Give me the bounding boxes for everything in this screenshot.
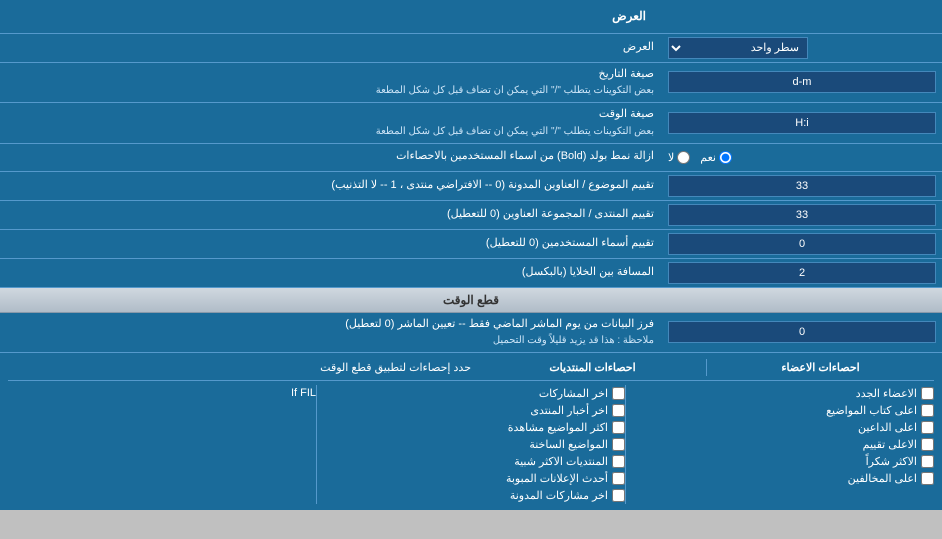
stat-most-warnings-checkbox[interactable] (921, 472, 934, 485)
display-mode-select[interactable]: سطر واحد سطرين ثلاثة أسطر (668, 37, 808, 59)
stat-top-authors: اعلى كتاب المواضيع (626, 402, 934, 419)
cell-spacing-input[interactable] (668, 262, 936, 284)
stat-top-rated-label: الاعلى تقييم (863, 438, 917, 451)
stats-section: احصاءات الاعضاء احصاءات المنتديات حدد إح… (0, 353, 942, 510)
time-cutoff-input-cell (662, 318, 942, 346)
stats-items-container: الاعضاء الجدد اعلى كتاب المواضيع اعلى ال… (8, 385, 934, 504)
stat-most-similar-label: المنتديات الاكثر شبية (514, 455, 608, 468)
stat-most-viewed-checkbox[interactable] (612, 421, 625, 434)
user-sort-row: تقييم أسماء المستخدمين (0 للتعطيل) (0, 230, 942, 259)
cell-spacing-input-cell (662, 259, 942, 287)
stats-members-col: الاعضاء الجدد اعلى كتاب المواضيع اعلى ال… (625, 385, 934, 504)
cell-spacing-label: المسافة بين الخلايا (بالبكسل) (0, 261, 662, 284)
page-title: العرض (8, 4, 654, 29)
time-cutoff-row: فرز البيانات من يوم الماشر الماضي فقط --… (0, 313, 942, 353)
stats-forums-col: اخر المشاركات اخر أخبار المنتدى اكثر الم… (316, 385, 625, 504)
stat-top-rated: الاعلى تقييم (626, 436, 934, 453)
stat-hot-topics: المواضيع الساخنة (317, 436, 625, 453)
main-container: العرض سطر واحد سطرين ثلاثة أسطر العرض صي… (0, 0, 942, 510)
stats-right-col: If FIL (8, 385, 316, 504)
bold-yes-label[interactable]: نعم (700, 151, 732, 164)
stat-most-similar: المنتديات الاكثر شبية (317, 453, 625, 470)
display-mode-row: سطر واحد سطرين ثلاثة أسطر العرض (0, 34, 942, 63)
if-fil-item: If FIL (8, 385, 316, 401)
stat-forum-news-checkbox[interactable] (612, 404, 625, 417)
time-cutoff-label: فرز البيانات من يوم الماشر الماضي فقط --… (0, 313, 662, 352)
bold-yes-radio[interactable] (719, 151, 732, 164)
stat-most-warnings: اعلى المخالفين (626, 470, 934, 487)
topic-sort-row: تقييم الموضوع / العناوين المدونة (0 -- ا… (0, 172, 942, 201)
user-sort-input-cell (662, 230, 942, 258)
stat-top-rated-checkbox[interactable] (921, 438, 934, 451)
time-format-row: صيغة الوقت بعض التكوينات يتطلب "/" التي … (0, 103, 942, 143)
user-sort-input[interactable] (668, 233, 936, 255)
if-fil-text: If FIL (291, 387, 316, 399)
time-cutoff-input[interactable] (668, 321, 936, 343)
stat-latest-classifieds-label: أحدث الإعلانات المبوبة (506, 472, 608, 485)
date-format-row: صيغة التاريخ بعض التكوينات يتطلب "/" الت… (0, 63, 942, 103)
topic-sort-label: تقييم الموضوع / العناوين المدونة (0 -- ا… (0, 174, 662, 197)
display-mode-label: العرض (0, 36, 662, 59)
stat-most-thanks-label: الاكثر شكراً (866, 455, 917, 468)
stat-hot-topics-checkbox[interactable] (612, 438, 625, 451)
bold-remove-row: نعم لا ازالة نمط بولد (Bold) من اسماء ال… (0, 144, 942, 172)
stat-top-posters-label: اعلى الداعين (858, 421, 917, 434)
forum-sort-label: تقييم المنتدى / المجموعة العناوين (0 للت… (0, 203, 662, 226)
stat-most-viewed-label: اكثر المواضيع مشاهدة (508, 421, 608, 434)
stat-new-members-label: الاعضاء الجدد (856, 387, 917, 400)
stat-most-thanks-checkbox[interactable] (921, 455, 934, 468)
stat-latest-classifieds: أحدث الإعلانات المبوبة (317, 470, 625, 487)
bold-radio-group: نعم لا (668, 151, 732, 164)
stats-members-header: احصاءات الاعضاء (706, 359, 934, 376)
time-cutoff-section-header: قطع الوقت (0, 288, 942, 313)
date-format-input-cell (662, 68, 942, 96)
stat-most-warnings-label: اعلى المخالفين (848, 472, 917, 485)
bold-remove-input-cell: نعم لا (662, 148, 942, 167)
stats-forums-header: احصاءات المنتديات (479, 359, 706, 376)
forum-sort-row: تقييم المنتدى / المجموعة العناوين (0 للت… (0, 201, 942, 230)
stat-last-posts: اخر المشاركات (317, 385, 625, 402)
stat-most-similar-checkbox[interactable] (612, 455, 625, 468)
bold-no-label[interactable]: لا (668, 151, 690, 164)
stat-top-authors-checkbox[interactable] (921, 404, 934, 417)
time-format-input[interactable] (668, 112, 936, 134)
stat-forum-news: اخر أخبار المنتدى (317, 402, 625, 419)
stat-new-members-checkbox[interactable] (921, 387, 934, 400)
topic-sort-input-cell (662, 172, 942, 200)
stats-limit-row: احصاءات الاعضاء احصاءات المنتديات حدد إح… (8, 359, 934, 381)
bold-no-text: لا (668, 151, 674, 164)
topic-sort-input[interactable] (668, 175, 936, 197)
stats-limit-label: حدد إحصاءات لتطبيق قطع الوقت (8, 359, 479, 376)
stat-blog-posts: اخر مشاركات المدونة (317, 487, 625, 504)
stat-hot-topics-label: المواضيع الساخنة (529, 438, 608, 451)
stat-blog-posts-label: اخر مشاركات المدونة (510, 489, 608, 502)
cell-spacing-row: المسافة بين الخلايا (بالبكسل) (0, 259, 942, 288)
stat-most-viewed: اكثر المواضيع مشاهدة (317, 419, 625, 436)
stat-top-posters-checkbox[interactable] (921, 421, 934, 434)
stat-blog-posts-checkbox[interactable] (612, 489, 625, 502)
stat-most-thanks: الاكثر شكراً (626, 453, 934, 470)
forum-sort-input-cell (662, 201, 942, 229)
stat-forum-news-label: اخر أخبار المنتدى (530, 404, 608, 417)
bold-no-radio[interactable] (677, 151, 690, 164)
forum-sort-input[interactable] (668, 204, 936, 226)
stat-latest-classifieds-checkbox[interactable] (612, 472, 625, 485)
stat-new-members: الاعضاء الجدد (626, 385, 934, 402)
time-format-label: صيغة الوقت بعض التكوينات يتطلب "/" التي … (0, 103, 662, 142)
date-format-label: صيغة التاريخ بعض التكوينات يتطلب "/" الت… (0, 63, 662, 102)
user-sort-label: تقييم أسماء المستخدمين (0 للتعطيل) (0, 232, 662, 255)
date-format-input[interactable] (668, 71, 936, 93)
stat-top-authors-label: اعلى كتاب المواضيع (826, 404, 917, 417)
stat-last-posts-checkbox[interactable] (612, 387, 625, 400)
bold-yes-text: نعم (700, 151, 716, 164)
title-row: العرض (0, 0, 942, 34)
stat-top-posters: اعلى الداعين (626, 419, 934, 436)
bold-remove-label: ازالة نمط بولد (Bold) من اسماء المستخدمي… (0, 145, 662, 168)
display-mode-input-cell: سطر واحد سطرين ثلاثة أسطر (662, 34, 942, 62)
stat-last-posts-label: اخر المشاركات (539, 387, 608, 400)
time-format-input-cell (662, 109, 942, 137)
stats-columns-headers: احصاءات الاعضاء احصاءات المنتديات (479, 359, 934, 376)
